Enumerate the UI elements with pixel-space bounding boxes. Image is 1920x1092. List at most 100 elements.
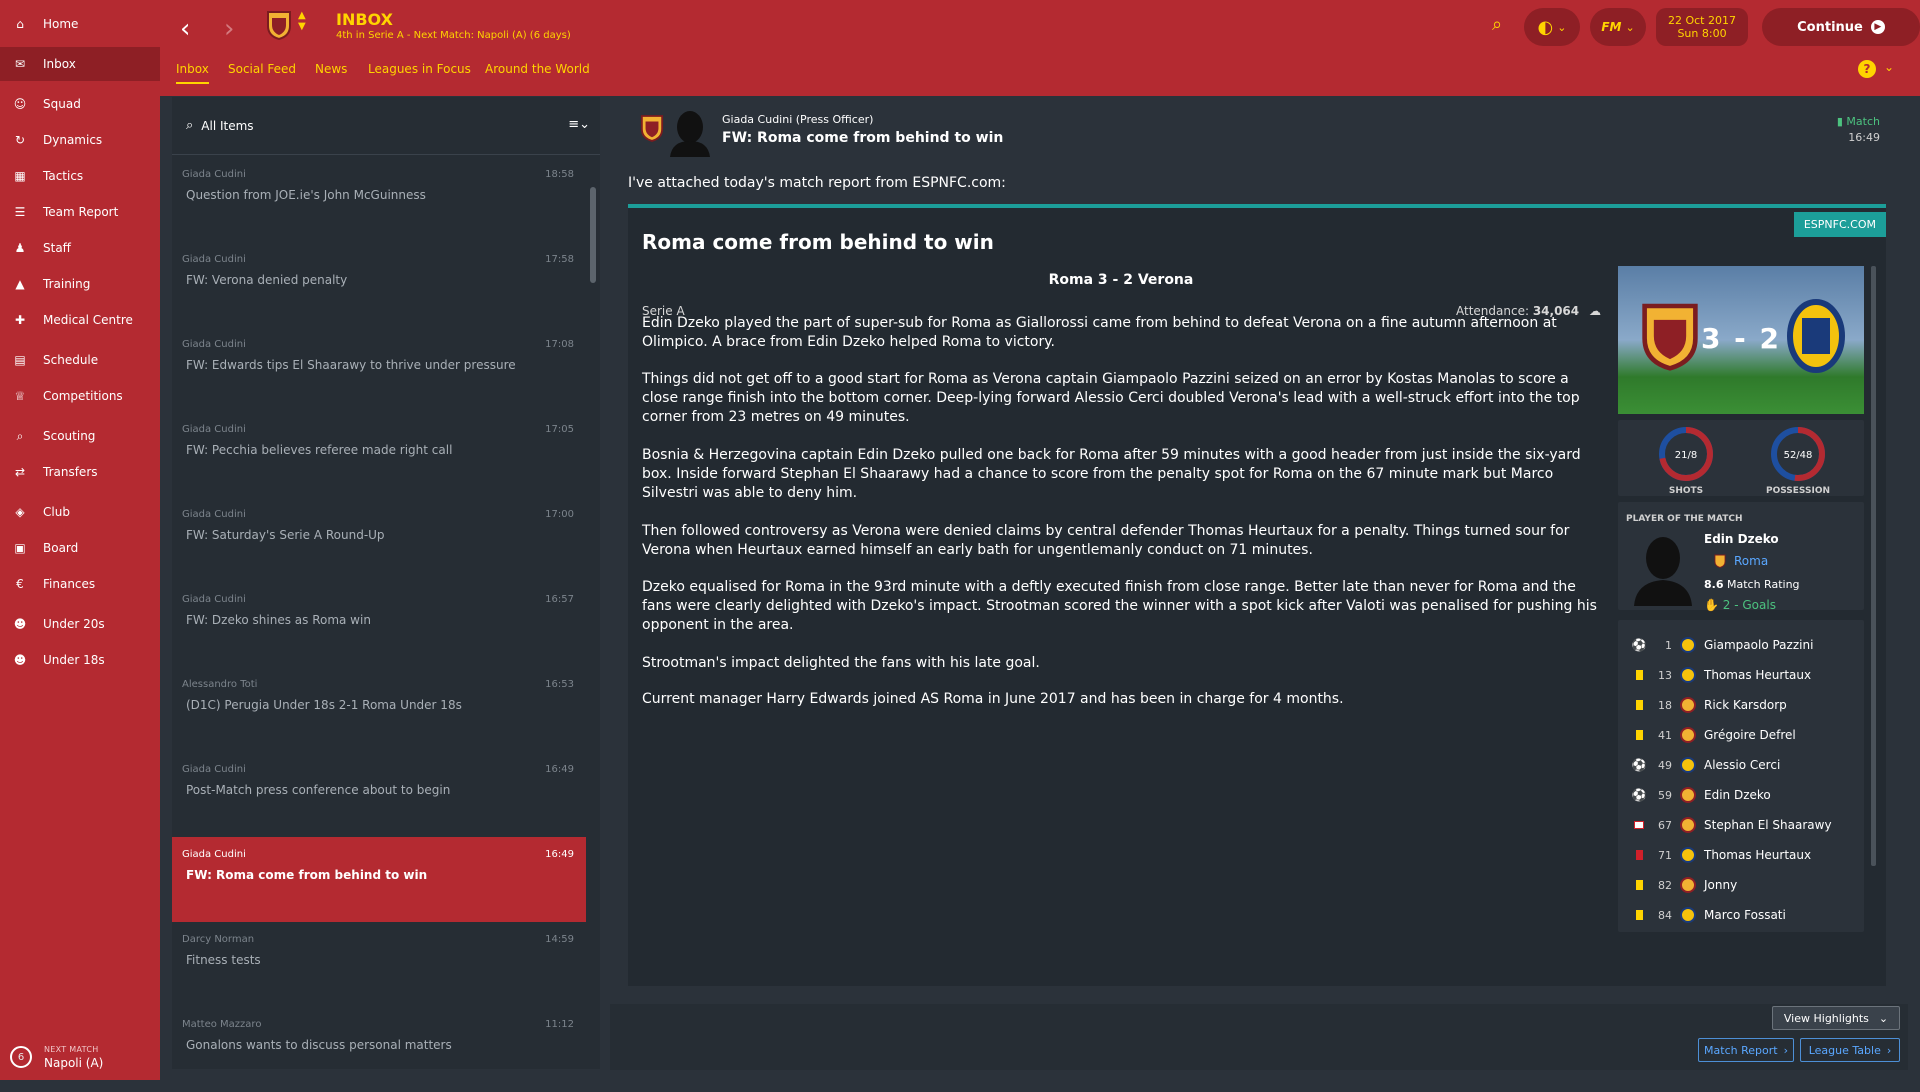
chevron-right-icon: › — [1783, 1043, 1788, 1057]
chevron-down-icon: ⌄ — [1557, 20, 1567, 34]
message-time: 16:49 — [1848, 131, 1880, 144]
match-event-row[interactable]: 84 Marco Fossati — [1618, 900, 1864, 930]
fm-menu-button[interactable]: FM ⌄ — [1590, 8, 1646, 46]
message-subject: Fitness tests — [186, 953, 261, 967]
match-event-row[interactable]: ⚽ 59 Edin Dzeko — [1618, 780, 1864, 810]
sender-name[interactable]: Giada Cudini — [722, 113, 792, 126]
tab-around-the-world[interactable]: Around the World — [485, 62, 590, 76]
message-time: 18:58 — [545, 169, 574, 180]
sidebar-item-inbox[interactable]: ✉ Inbox — [0, 47, 160, 81]
trophy-icon: ♕ — [14, 389, 26, 403]
event-player: Marco Fossati — [1704, 908, 1786, 922]
sidebar-item-competitions[interactable]: ♕ Competitions — [0, 379, 160, 413]
sidebar-item-medical-centre[interactable]: ✚ Medical Centre — [0, 303, 160, 337]
message-time: 16:49 — [545, 764, 574, 775]
under20-icon: ☻ — [13, 617, 27, 631]
events-scrollbar[interactable] — [1871, 266, 1876, 866]
board-icon: ▣ — [14, 541, 26, 555]
match-event-row[interactable]: 41 Grégoire Defrel — [1618, 720, 1864, 750]
tab-news[interactable]: News — [315, 62, 347, 76]
sidebar-item-label: Dynamics — [43, 133, 103, 147]
roma-badge-icon — [1680, 877, 1696, 893]
view-highlights-label: View Highlights — [1783, 1011, 1869, 1025]
sidebar-item-squad[interactable]: ☺ Squad — [0, 87, 160, 121]
sidebar-item-label: Schedule — [43, 353, 99, 367]
message-list-item[interactable]: Darcy Norman 14:59 Fitness tests — [172, 922, 586, 1007]
search-icon[interactable]: ⌕ — [1492, 14, 1502, 35]
sidebar-item-dynamics[interactable]: ↻ Dynamics — [0, 123, 160, 157]
club-badge-icon[interactable] — [266, 10, 292, 40]
match-event-row[interactable]: ⚽ 49 Alessio Cerci — [1618, 750, 1864, 780]
sidebar-item-schedule[interactable]: ▤ Schedule — [0, 343, 160, 377]
world-button[interactable]: ◐ ⌄ — [1524, 8, 1580, 46]
sidebar-item-label: Competitions — [43, 389, 123, 403]
verona-badge-icon — [1680, 907, 1696, 923]
potm-name[interactable]: Edin Dzeko — [1704, 532, 1779, 546]
sidebar-item-training[interactable]: ▲ Training — [0, 267, 160, 301]
match-report-label: Match Report — [1704, 1043, 1778, 1057]
avatar — [670, 111, 710, 157]
stat-value: 21/8 — [1675, 450, 1697, 461]
next-match-widget[interactable]: 6 NEXT MATCH Napoli (A) — [0, 1034, 160, 1080]
tab-social-feed[interactable]: Social Feed — [228, 62, 296, 76]
stat-donut: 21/8 — [1659, 427, 1713, 481]
tab-inbox[interactable]: Inbox — [176, 62, 209, 84]
match-event-row[interactable]: 18 Rick Karsdorp — [1618, 690, 1864, 720]
score-line: Roma 3 - 2 Verona — [1048, 272, 1194, 288]
sidebar-item-staff[interactable]: ♟ Staff — [0, 231, 160, 265]
message-list-item[interactable]: Giada Cudini 16:57 FW: Dzeko shines as Rom… — [172, 582, 586, 667]
message-list-item[interactable]: Giada Cudini 16:49 FW: Roma come from behi… — [172, 837, 586, 922]
potm-club[interactable]: Roma — [1714, 554, 1768, 568]
match-event-row[interactable]: 13 Thomas Heurtaux — [1618, 660, 1864, 690]
league-table-label: League Table — [1808, 1043, 1881, 1057]
help-dropdown-icon[interactable]: ⌄ — [1884, 60, 1894, 74]
ball-icon: ⚽ — [1631, 788, 1647, 802]
sidebar-item-tactics[interactable]: ▦ Tactics — [0, 159, 160, 193]
message-list-item[interactable]: Matteo Mazzaro 11:12 Gonalons wants to dis… — [172, 1007, 586, 1092]
message-list-item[interactable]: Giada Cudini 16:49 Post-Match press confer… — [172, 752, 586, 837]
sender-line: Giada Cudini (Press Officer) — [722, 113, 873, 126]
back-arrow-icon[interactable]: ‹ — [180, 14, 190, 44]
message-list-item[interactable]: Giada Cudini 18:58 Question from JOE.ie's … — [172, 157, 586, 242]
sidebar-item-finances[interactable]: € Finances — [0, 567, 160, 601]
sidebar-item-home[interactable]: ⌂ Home — [0, 7, 160, 41]
tab-leagues-in-focus[interactable]: Leagues in Focus — [368, 62, 471, 76]
sidebar-item-under-20s[interactable]: ☻ Under 20s — [0, 607, 160, 641]
message-time: 11:12 — [545, 1019, 574, 1030]
message-time: 14:59 — [545, 934, 574, 945]
roma-badge-icon — [1680, 697, 1696, 713]
list-options-icon[interactable]: ≡⌄ — [568, 117, 590, 132]
message-list-item[interactable]: Giada Cudini 17:00 FW: Saturday's Serie A … — [172, 497, 586, 582]
match-report-article: ESPNFC.COM Roma come from behind to win … — [628, 204, 1886, 986]
sidebar-item-club[interactable]: ◈ Club — [0, 495, 160, 529]
continue-button[interactable]: Continue ▶ — [1762, 8, 1920, 46]
message-list-item[interactable]: Alessandro Toti 16:53 (D1C) Perugia Under … — [172, 667, 586, 752]
match-report-button[interactable]: Match Report › — [1698, 1038, 1794, 1062]
help-icon[interactable]: ? — [1858, 60, 1876, 78]
match-event-row[interactable]: 71 Thomas Heurtaux — [1618, 840, 1864, 870]
sidebar-item-transfers[interactable]: ⇄ Transfers — [0, 455, 160, 489]
match-event-row[interactable]: 67 Stephan El Shaarawy — [1618, 810, 1864, 840]
sidebar-item-under-18s[interactable]: ☻ Under 18s — [0, 643, 160, 677]
match-tag: ▮ Match — [1837, 115, 1880, 128]
transfers-icon: ⇄ — [14, 465, 26, 479]
filter-bar[interactable]: ⌕ All Items ≡⌄ — [172, 97, 600, 155]
league-table-button[interactable]: League Table › — [1800, 1038, 1900, 1062]
forward-arrow-icon[interactable]: › — [224, 14, 234, 44]
schedule-icon: ▤ — [14, 353, 26, 367]
source-badge[interactable]: ESPNFC.COM — [1793, 212, 1886, 237]
match-event-row[interactable]: 82 Jonny — [1618, 870, 1864, 900]
sidebar-item-team-report[interactable]: ☰ Team Report — [0, 195, 160, 229]
club-dropdown-icon[interactable]: ▲ ▼ — [298, 10, 306, 32]
message-time: 16:53 — [545, 679, 574, 690]
chevron-down-icon: ⌄ — [1878, 1011, 1889, 1025]
match-event-row[interactable]: ⚽ 1 Giampaolo Pazzini — [1618, 630, 1864, 660]
message-list-item[interactable]: Giada Cudini 17:08 FW: Edwards tips El Sha… — [172, 327, 586, 412]
view-highlights-button[interactable]: View Highlights ⌄ — [1772, 1006, 1900, 1030]
sidebar-item-board[interactable]: ▣ Board — [0, 531, 160, 565]
message-list-item[interactable]: Giada Cudini 17:58 FW: Verona denied penal… — [172, 242, 586, 327]
message-list-item[interactable]: Giada Cudini 17:05 FW: Pecchia believes re… — [172, 412, 586, 497]
sidebar-item-scouting[interactable]: ⌕ Scouting — [0, 419, 160, 453]
inbox-scrollbar[interactable] — [590, 187, 596, 283]
continue-label: Continue — [1797, 19, 1863, 35]
